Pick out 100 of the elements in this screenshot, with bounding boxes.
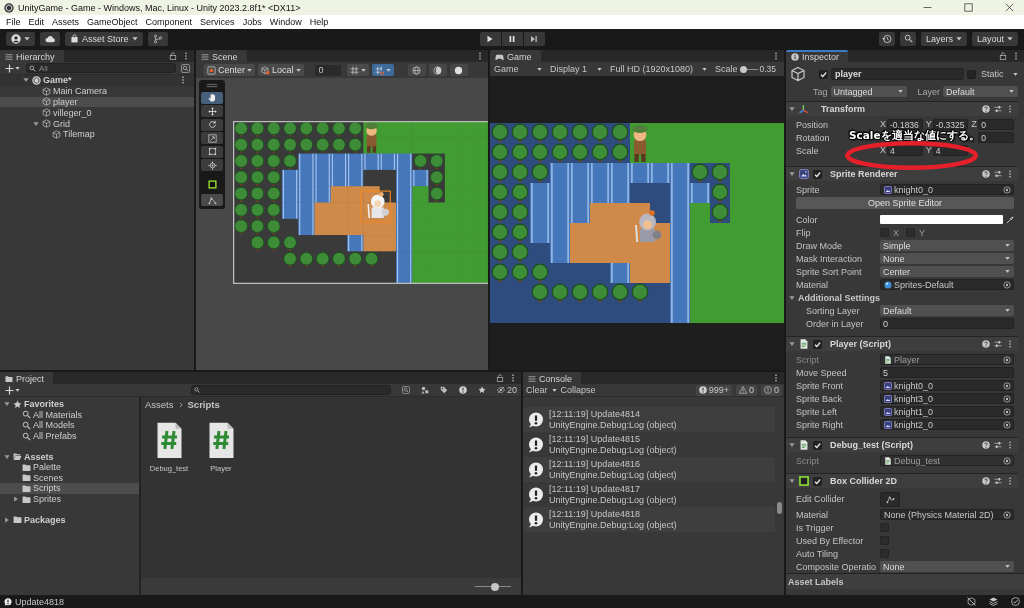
resolution-dropdown[interactable]: Full HD (1920x1080) <box>608 63 711 75</box>
tool-button[interactable] <box>201 118 223 131</box>
checkbox[interactable] <box>813 339 822 349</box>
count-toggle[interactable]: 999+ <box>695 384 732 396</box>
scale-slider[interactable] <box>739 65 758 73</box>
expand-arrow-icon[interactable] <box>789 106 795 112</box>
tree-item[interactable]: All Prefabs <box>0 430 139 442</box>
search-button[interactable] <box>900 31 916 46</box>
menu-item[interactable]: GameObject <box>83 17 142 27</box>
shaded-button[interactable] <box>428 64 447 76</box>
component-header[interactable]: Sprite Renderer <box>786 166 1018 181</box>
space-dropdown[interactable]: Local <box>258 64 304 76</box>
expand-arrow-icon[interactable] <box>23 77 29 84</box>
kebab-menu-icon[interactable] <box>772 374 780 382</box>
number-field[interactable]: -0.3325 <box>932 119 969 130</box>
dropdown[interactable]: None <box>880 253 1014 264</box>
expand-arrow-icon[interactable] <box>13 496 19 503</box>
tree-item[interactable]: Tilemap <box>0 129 194 140</box>
number-field[interactable]: 0 <box>978 119 1014 130</box>
expand-arrow-icon[interactable] <box>4 401 10 408</box>
account-button[interactable] <box>6 31 35 46</box>
hierarchy-tab[interactable]: Hierarchy <box>0 50 64 62</box>
exclamation-circle-icon[interactable] <box>459 386 467 394</box>
tag-dropdown[interactable]: Untagged <box>830 86 907 97</box>
menu-item[interactable]: Component <box>141 17 197 27</box>
component-header[interactable]: Player (Script) <box>786 336 1018 351</box>
object-field[interactable]: None (Physics Material 2D) <box>880 509 1014 520</box>
sliders-icon[interactable] <box>994 170 1002 178</box>
asset-store-button[interactable]: Asset Store <box>65 31 143 46</box>
slashed-cube-icon[interactable] <box>967 597 976 606</box>
tree-item[interactable]: player <box>0 96 194 108</box>
checkbox[interactable] <box>967 69 976 79</box>
scrollbar-thumb[interactable] <box>777 502 782 514</box>
component-header[interactable]: Box Collider 2D <box>786 473 1018 488</box>
input-field[interactable]: 0 <box>880 318 1014 329</box>
villager-drawing[interactable] <box>365 122 378 153</box>
layer-dropdown[interactable]: Default <box>943 86 1018 97</box>
display-dropdown[interactable]: Display 1 <box>548 63 606 75</box>
cube-icon[interactable] <box>790 66 806 82</box>
eyedropper-icon[interactable] <box>1006 215 1014 224</box>
name-field[interactable]: player <box>831 68 964 80</box>
lock-icon[interactable] <box>169 52 177 60</box>
count-toggle[interactable]: 0 <box>735 384 757 396</box>
maximize-icon[interactable] <box>964 3 973 12</box>
check-circle-icon[interactable] <box>1011 597 1020 606</box>
count-toggle[interactable]: 0 <box>761 384 782 396</box>
kebab-menu-icon[interactable] <box>1006 105 1014 113</box>
menu-item[interactable]: Help <box>305 17 333 27</box>
expand-arrow-icon[interactable] <box>4 516 10 523</box>
tree-item[interactable]: Main Camera <box>0 85 194 97</box>
sliders-icon[interactable] <box>994 441 1002 449</box>
expand-arrow-icon[interactable] <box>789 478 795 484</box>
editor-button[interactable]: Open Sprite Editor <box>796 197 1014 209</box>
tree-item[interactable]: Game* <box>0 75 194 86</box>
component-header[interactable]: Debug_test (Script) <box>786 437 1018 452</box>
dropdown[interactable]: Default <box>880 305 1014 316</box>
target-icon[interactable] <box>1003 510 1011 519</box>
stack-icon[interactable] <box>989 597 998 606</box>
number-field[interactable]: -0.1836 <box>887 119 923 130</box>
snap-button[interactable] <box>371 64 394 76</box>
caret-icon[interactable] <box>551 387 557 393</box>
menu-item[interactable]: File <box>2 17 25 27</box>
number-field[interactable]: 4 <box>932 145 969 156</box>
kebab-menu-icon[interactable] <box>1006 441 1014 449</box>
tag-icon[interactable] <box>440 386 448 394</box>
help-icon[interactable] <box>982 170 990 178</box>
view-mode-dropdown[interactable]: Game <box>492 63 546 75</box>
pivot-dropdown[interactable]: Center <box>204 64 255 76</box>
tree-item[interactable]: Packages <box>0 514 139 525</box>
log-entry[interactable]: [12:11:19] Update4814 UnityEngine.Debug:Log (object) <box>523 407 775 432</box>
target-icon[interactable] <box>1003 280 1011 289</box>
game-tab[interactable]: Game <box>490 50 541 62</box>
expand-arrow-icon[interactable] <box>789 442 795 448</box>
lock-icon[interactable] <box>496 374 504 382</box>
menu-item[interactable]: Assets <box>48 17 84 27</box>
search-field[interactable] <box>191 385 391 395</box>
help-icon[interactable] <box>982 105 990 113</box>
tool-button[interactable] <box>201 105 223 117</box>
static-dropdown[interactable]: Static <box>979 69 1018 79</box>
version-control-button[interactable] <box>147 31 168 46</box>
snap-value-field[interactable]: 0 <box>314 64 341 76</box>
tree-item[interactable]: Palette <box>0 461 139 473</box>
tree-item[interactable]: Favorites <box>0 399 139 410</box>
sliders-icon[interactable] <box>994 477 1002 485</box>
edit-collider-button[interactable] <box>880 491 900 507</box>
clear-button[interactable]: Clear <box>526 385 548 395</box>
tree-item[interactable]: Scripts <box>0 483 139 494</box>
number-field[interactable]: 4 <box>887 145 923 156</box>
menu-item[interactable]: Edit <box>24 17 49 27</box>
slider-thumb[interactable] <box>490 582 499 591</box>
pause-button[interactable] <box>501 31 523 46</box>
checkbox[interactable] <box>813 440 822 450</box>
menu-item[interactable]: Jobs <box>238 17 266 27</box>
object-field[interactable]: knight1_0 <box>880 406 1014 417</box>
tree-item[interactable]: All Materials <box>0 409 139 421</box>
kebab-menu-icon[interactable] <box>179 76 187 85</box>
breadcrumb-link[interactable]: Scripts <box>187 399 220 410</box>
object-field[interactable]: knight0_0 <box>880 184 1014 195</box>
checkbox[interactable] <box>813 169 822 179</box>
kebab-menu-icon[interactable] <box>476 52 484 60</box>
